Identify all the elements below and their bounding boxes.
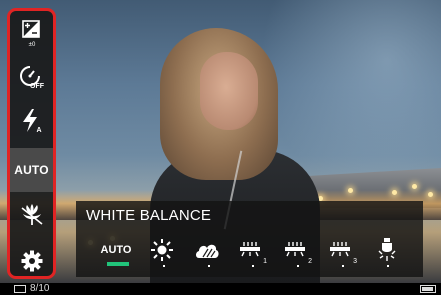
status-bar: 8/10 — [0, 283, 441, 295]
settings-button[interactable] — [10, 239, 53, 276]
wb-dot-fluorescent-2 — [297, 265, 299, 267]
wb-dot-daylight — [163, 265, 165, 267]
self-timer-off-icon: OFF — [19, 66, 45, 90]
memory-card-icon — [14, 285, 26, 293]
wb-option-daylight[interactable] — [142, 235, 182, 265]
wb-selected-indicator — [107, 262, 129, 266]
flash-mode-button[interactable]: A — [10, 99, 53, 143]
wb-auto-label: AUTO — [100, 244, 132, 256]
wb-dot-cloudy — [208, 265, 210, 267]
bulb-icon — [378, 238, 396, 261]
white-balance-title: WHITE BALANCE — [86, 207, 212, 224]
wb-option-fluorescent-1[interactable]: 1 — [231, 235, 271, 265]
sun-icon — [151, 239, 173, 261]
image-count: 8/10 — [30, 283, 50, 294]
exposure-compensation-button[interactable]: ±0 — [10, 11, 53, 55]
self-timer-state-label: OFF — [30, 83, 45, 90]
fluorescent-icon — [285, 242, 305, 257]
flash-auto-icon: A — [22, 109, 41, 134]
cloud-icon — [196, 244, 219, 258]
wb-dot-fluorescent-3 — [342, 265, 344, 267]
white-balance-current-label: AUTO — [14, 163, 49, 177]
wb-dot-fluorescent-1 — [252, 265, 254, 267]
wb-fluorescent-2-number: 2 — [308, 258, 312, 265]
macro-mode-button[interactable] — [10, 193, 53, 237]
wb-fluorescent-3-number: 3 — [353, 258, 357, 265]
macro-flower-icon — [21, 204, 42, 225]
quick-menu-toolbar: ±0 OFF A AUTO — [7, 8, 56, 279]
wb-dot-incandescent — [387, 265, 389, 267]
battery-icon — [420, 285, 436, 293]
flash-mode-label: A — [36, 127, 41, 134]
wb-fluorescent-1-number: 1 — [263, 258, 267, 265]
white-balance-button[interactable]: AUTO — [10, 148, 53, 192]
wb-option-fluorescent-3[interactable]: 3 — [321, 235, 361, 265]
fluorescent-icon — [240, 242, 260, 257]
self-timer-button[interactable]: OFF — [10, 55, 53, 99]
gear-icon — [21, 250, 42, 272]
wb-option-auto[interactable]: AUTO — [96, 235, 136, 265]
wb-option-fluorescent-2[interactable]: 2 — [276, 235, 316, 265]
wb-option-cloudy[interactable] — [187, 235, 227, 265]
wb-option-incandescent[interactable] — [367, 235, 407, 265]
exposure-value-label: ±0 — [28, 42, 35, 47]
fluorescent-icon — [330, 242, 350, 257]
exposure-plus-minus-icon: ±0 — [21, 20, 40, 47]
